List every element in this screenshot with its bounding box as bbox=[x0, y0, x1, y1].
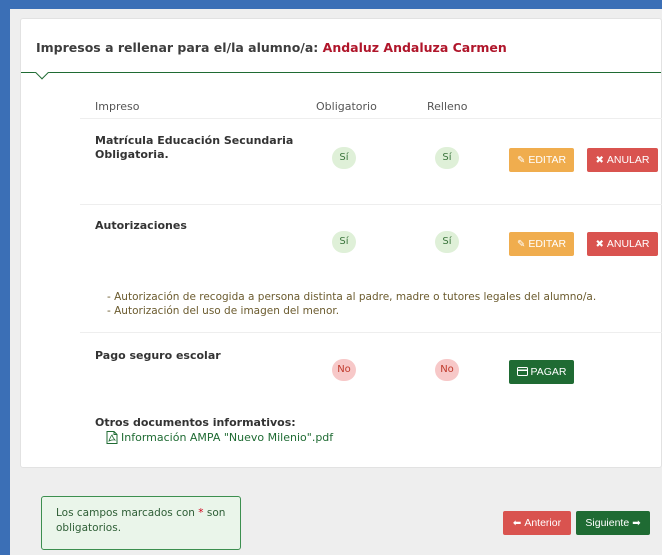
header-notch bbox=[34, 72, 50, 81]
credit-card-icon bbox=[516, 361, 528, 385]
close-icon: ✖ bbox=[595, 155, 604, 166]
row-title-matricula: Matrícula Educación Secundaria Obligator… bbox=[95, 134, 293, 162]
notice-text: Los campos marcados con bbox=[56, 507, 199, 519]
col-header-mandatory: Obligatorio bbox=[316, 100, 377, 113]
pay-button[interactable]: PAGAR bbox=[509, 360, 574, 384]
arrow-right-icon: ➡ bbox=[632, 518, 641, 529]
previous-button[interactable]: ⬅ Anterior bbox=[503, 511, 571, 535]
page: Impresos a rellenar para el/la alumno/a:… bbox=[10, 9, 662, 555]
pdf-file-icon bbox=[106, 431, 118, 444]
ampa-pdf-link[interactable]: Información AMPA "Nuevo Milenio".pdf bbox=[106, 431, 333, 444]
divider bbox=[80, 204, 662, 205]
next-button[interactable]: Siguiente ➡ bbox=[576, 511, 650, 535]
pay-button-label: PAGAR bbox=[530, 366, 567, 378]
authorization-notes: - Autorización de recogida a persona dis… bbox=[107, 290, 596, 318]
filled-badge: No bbox=[435, 359, 459, 381]
mandatory-badge: No bbox=[332, 359, 356, 381]
edit-button[interactable]: ✎ EDITAR bbox=[509, 148, 574, 172]
filled-badge: Sí bbox=[435, 147, 459, 169]
row-title-line: Obligatoria. bbox=[95, 148, 169, 161]
previous-button-label: Anterior bbox=[524, 517, 562, 529]
required-fields-notice: Los campos marcados con * son obligatori… bbox=[41, 496, 241, 550]
arrow-left-icon: ⬅ bbox=[512, 518, 522, 529]
mandatory-badge: Sí bbox=[332, 147, 356, 169]
row-title-pago-seguro: Pago seguro escolar bbox=[95, 349, 221, 362]
student-name: Andaluz Andaluza Carmen bbox=[322, 40, 507, 55]
panel-title-prefix: Impresos a rellenar para el/la alumno/a: bbox=[36, 40, 319, 55]
authorization-note: - Autorización del uso de imagen del men… bbox=[107, 305, 340, 317]
row-title-autorizaciones: Autorizaciones bbox=[95, 219, 187, 232]
cancel-button-label: ANULAR bbox=[606, 154, 650, 166]
ampa-pdf-link-label: Información AMPA "Nuevo Milenio".pdf bbox=[121, 431, 334, 444]
pencil-icon: ✎ bbox=[516, 155, 526, 166]
cancel-button[interactable]: ✖ ANULAR bbox=[587, 148, 658, 172]
divider bbox=[80, 332, 662, 333]
cancel-button[interactable]: ✖ ANULAR bbox=[587, 232, 658, 256]
col-header-document: Impreso bbox=[95, 100, 140, 113]
close-icon: ✖ bbox=[595, 239, 604, 250]
edit-button-label: EDITAR bbox=[528, 238, 567, 250]
divider bbox=[80, 118, 662, 119]
panel-header: Impresos a rellenar para el/la alumno/a:… bbox=[21, 19, 661, 73]
authorization-note: - Autorización de recogida a persona dis… bbox=[107, 291, 597, 303]
edit-button[interactable]: ✎ EDITAR bbox=[509, 232, 574, 256]
mandatory-badge: Sí bbox=[332, 231, 356, 253]
panel-title: Impresos a rellenar para el/la alumno/a:… bbox=[36, 40, 507, 55]
next-button-label: Siguiente bbox=[585, 517, 630, 529]
cancel-button-label: ANULAR bbox=[606, 238, 650, 250]
row-title-line: Matrícula Educación Secundaria bbox=[95, 134, 294, 147]
pencil-icon: ✎ bbox=[516, 239, 526, 250]
edit-button-label: EDITAR bbox=[528, 154, 567, 166]
other-docs-heading: Otros documentos informativos: bbox=[95, 416, 296, 429]
col-header-filled: Relleno bbox=[427, 100, 468, 113]
filled-badge: Sí bbox=[435, 231, 459, 253]
